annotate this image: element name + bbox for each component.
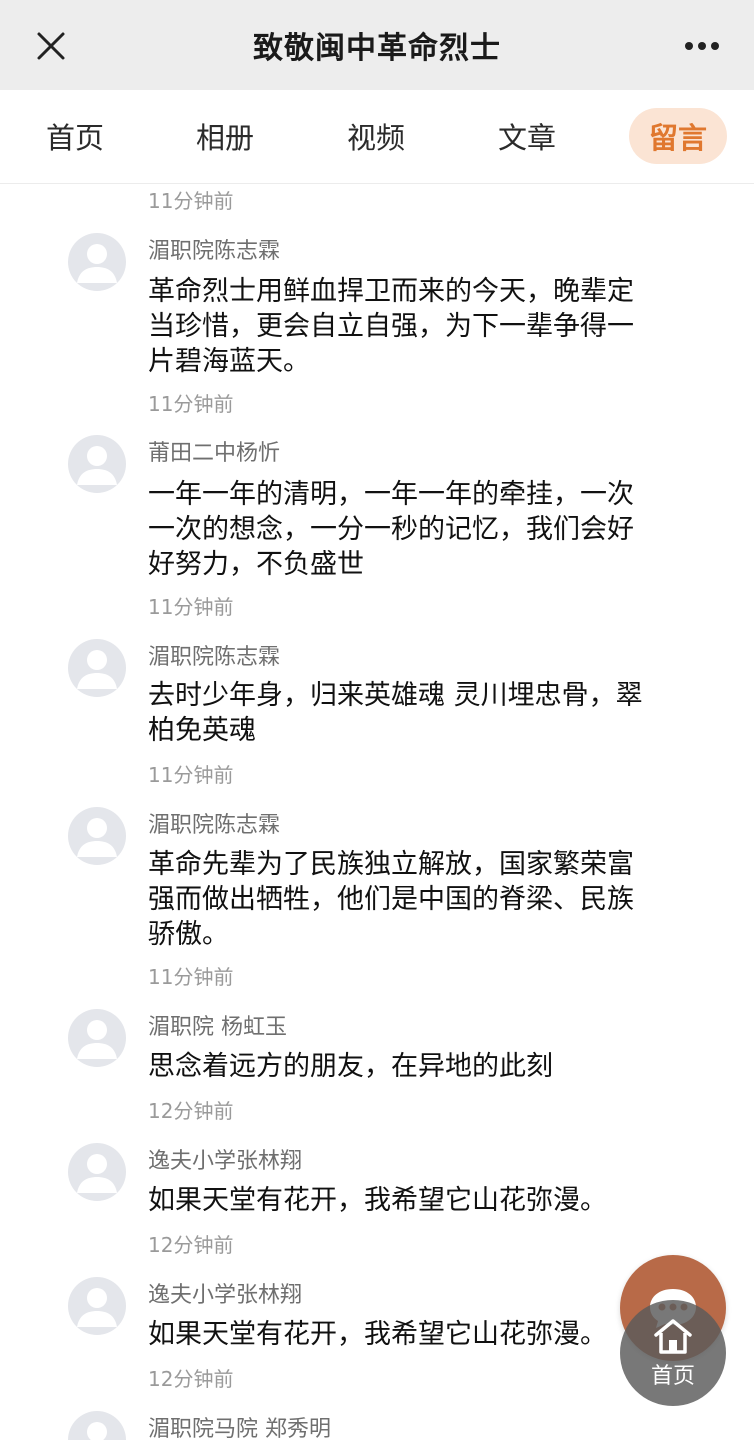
title-bar: 致敬闽中革命烈士	[0, 0, 754, 90]
comment-time: 11分钟前	[148, 595, 234, 619]
more-icon	[685, 42, 719, 50]
comment-time: 11分钟前	[148, 965, 234, 989]
comment-time: 12分钟前	[148, 1233, 234, 1257]
tab-home[interactable]: 首页	[40, 108, 110, 164]
default-avatar-icon	[77, 818, 117, 857]
comment-text: 一年一年的清明，一年一年的牵挂，一次一次的想念，一分一秒的记忆，我们会好好努力，…	[148, 479, 634, 580]
avatar[interactable]	[68, 1143, 126, 1201]
home-float-label: 首页	[650, 1364, 695, 1389]
tab-bar: 首页 相册 视频 文章 留言	[0, 90, 754, 184]
comment-time: 12分钟前	[148, 1367, 234, 1391]
default-avatar-icon	[77, 446, 117, 485]
default-avatar-icon	[77, 1288, 117, 1327]
comment-text: 思念着远方的朋友，在异地的此刻	[148, 1051, 553, 1082]
comment-text: 革命烈士用鲜血捍卫而来的今天，晚辈定当珍惜，更会自立自强，为下一辈争得一片碧海蓝…	[148, 276, 634, 377]
tab-articles[interactable]: 文章	[492, 108, 562, 164]
avatar[interactable]	[68, 435, 126, 493]
commenter-name[interactable]: 湄职院 杨虹玉	[148, 1009, 287, 1041]
page-title: 致敬闽中革命烈士	[253, 31, 501, 66]
close-button[interactable]	[30, 25, 72, 67]
avatar[interactable]	[68, 1009, 126, 1067]
avatar[interactable]	[68, 1411, 126, 1440]
default-avatar-icon	[77, 650, 117, 689]
tab-album[interactable]: 相册	[190, 108, 260, 164]
comment-text: 如果天堂有花开，我希望它山花弥漫。	[148, 1319, 607, 1350]
commenter-name[interactable]: 湄职院陈志霖	[148, 639, 280, 671]
default-avatar-icon	[77, 1154, 117, 1193]
comment-time: 11分钟前	[148, 189, 234, 213]
page: 致敬闽中革命烈士 首页 相册 视频 文章 留言 11分钟前 湄职院陈志霖 革命烈…	[0, 0, 754, 1440]
comment-time: 11分钟前	[148, 392, 234, 416]
commenter-name[interactable]: 湄职院陈志霖	[148, 807, 280, 839]
avatar[interactable]	[68, 233, 126, 291]
commenter-name[interactable]: 莆田二中杨忻	[148, 435, 280, 467]
comment-text: 去时少年身，归来英雄魂 灵川埋忠骨，翠柏免英魂	[148, 680, 643, 746]
comment-time: 11分钟前	[148, 763, 234, 787]
comment-text: 如果天堂有花开，我希望它山花弥漫。	[148, 1185, 607, 1216]
home-float-button[interactable]: 首页	[620, 1300, 726, 1406]
default-avatar-icon	[77, 1020, 117, 1059]
default-avatar-icon	[87, 1422, 107, 1440]
comment-feed[interactable]: 11分钟前 湄职院陈志霖 革命烈士用鲜血捍卫而来的今天，晚辈定当珍惜，更会自立自…	[0, 185, 754, 1440]
comment-text: 革命先辈为了民族独立解放，国家繁荣富强而做出牺牲，他们是中国的脊梁、民族骄傲。	[148, 849, 634, 950]
comment-time: 12分钟前	[148, 1099, 234, 1123]
commenter-name[interactable]: 逸夫小学张林翔	[148, 1277, 302, 1309]
avatar[interactable]	[68, 639, 126, 697]
avatar[interactable]	[68, 807, 126, 865]
tab-messages[interactable]: 留言	[629, 108, 727, 164]
commenter-name[interactable]: 湄职院陈志霖	[148, 233, 280, 265]
default-avatar-icon	[77, 244, 117, 283]
commenter-name[interactable]: 湄职院马院 郑秀明	[148, 1411, 331, 1440]
tab-video[interactable]: 视频	[341, 108, 411, 164]
more-button[interactable]	[680, 28, 724, 64]
commenter-name[interactable]: 逸夫小学张林翔	[148, 1143, 302, 1175]
close-icon	[37, 32, 65, 60]
avatar[interactable]	[68, 1277, 126, 1335]
home-icon	[654, 1319, 692, 1354]
